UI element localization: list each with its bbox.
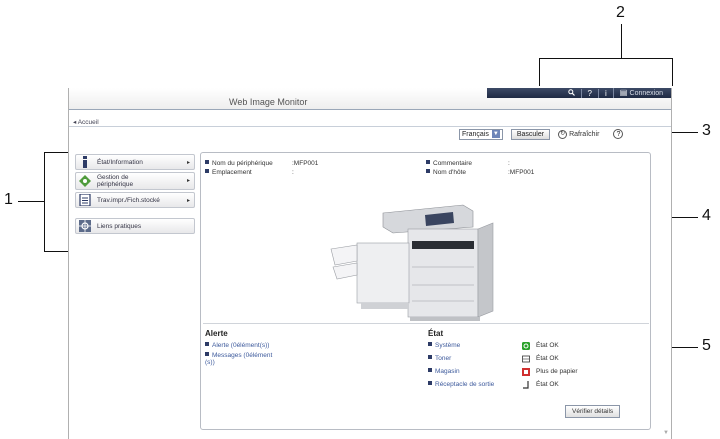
stored-file-icon [79,194,91,206]
refresh-label: Rafraîchir [569,130,600,138]
web-image-monitor-window: Web Image Monitor ? i ▤ Connexion ◂ Accu… [68,88,672,439]
login-link[interactable]: ▤ Connexion [612,88,669,98]
callout-2-right-leg [672,58,673,86]
status-title: État [428,329,444,338]
chevron-right-icon: ▸ [186,160,190,166]
switch-language-button[interactable]: Basculer [510,128,551,140]
header-bar: Web Image Monitor ? i ▤ Connexion [69,88,671,110]
refresh-button[interactable]: ↻ Rafraîchir [558,129,600,139]
sidebar-item-label: État/Information [97,158,143,166]
messages-link-label: Messages (0élément (s)) [205,352,273,366]
scroll-down-arrow-icon[interactable]: ▼ [663,430,669,436]
device-name-label: Nom du périphérique [212,160,273,167]
info-link[interactable]: i [597,88,613,98]
host-label: Nom d'hôte [433,169,467,176]
sidebar-item-label: Trav.impr./Fich.stocké [97,196,160,204]
ok-icon [522,342,530,350]
refresh-icon: ↻ [558,129,568,139]
output-tray-icon [523,381,529,389]
comment-row: Commentaire [426,160,472,168]
host-value: :MFP001 [508,169,535,176]
chevron-right-icon: ▸ [186,198,190,204]
comment-value: : [508,160,510,167]
device-overview-panel: Nom du périphérique :MFP001 Emplacement … [200,152,651,430]
sidebar-item-label: Gestion de périphérique [97,174,134,188]
callout-2-stem [621,24,622,58]
sidebar-item-links[interactable]: Liens pratiques [75,218,195,234]
chevron-down-icon: ▼ [491,130,500,138]
login-label: Connexion [629,90,663,97]
callout-5: 5 [702,337,711,354]
sidebar: État/Information ▸ Gestion de périphériq… [75,154,195,236]
printer-image [330,204,494,321]
check-details-button[interactable]: Vérifier détails [565,405,621,418]
alert-title: Alerte [205,329,228,338]
callout-1-stem [18,201,44,202]
utility-bar: ? i ▤ Connexion [487,88,671,98]
messages-link[interactable]: Messages (0élément (s)) [205,352,295,366]
comment-label: Commentaire [433,160,473,167]
alert-link[interactable]: Alerte (0élément(s)) [205,342,269,349]
toner-icon [522,355,530,363]
search-icon[interactable] [562,88,581,98]
location-label: Emplacement [212,169,252,176]
sidebar-item-label: Liens pratiques [97,222,142,230]
paper-empty-icon [522,368,530,376]
device-name-value: :MFP001 [292,160,319,167]
breadcrumb-home[interactable]: ◂ Accueil [73,118,99,126]
location-value: : [292,169,294,176]
status-tray-link[interactable]: Magasin [428,368,460,376]
section-divider [203,323,649,324]
status-output-value: État OK [536,381,559,388]
callout-4: 4 [702,207,711,224]
app-title: Web Image Monitor [229,97,308,107]
toolbar: Français ▼ Basculer ↻ Rafraîchir ? [459,127,624,141]
host-row: Nom d'hôte [426,169,466,177]
links-icon [79,220,91,232]
info-icon [83,156,87,168]
location-row: Emplacement [205,169,252,177]
language-value: Français [462,130,489,138]
callout-1-bracket [44,152,45,252]
login-icon: ▤ [619,88,628,97]
language-select[interactable]: Français ▼ [459,128,503,140]
status-system-value: État OK [536,342,559,349]
status-system-link[interactable]: Système [428,342,460,350]
status-toner-link[interactable]: Toner [428,355,451,363]
device-name-row: Nom du périphérique [205,160,273,168]
device-management-icon [79,175,91,187]
callout-1: 1 [4,191,13,208]
callout-2: 2 [616,4,625,21]
status-tray-value: Plus de papier [536,368,578,375]
status-toner-value: État OK [536,355,559,362]
callout-2-bracket [539,58,673,59]
help-link[interactable]: ? [580,88,598,98]
help-icon[interactable]: ? [613,129,624,139]
status-row-toner: Toner État OK [428,355,638,365]
status-row-system: Système État OK [428,342,638,352]
callout-2-left-leg [539,58,540,86]
chevron-right-icon: ▸ [186,178,190,184]
status-output-link[interactable]: Réceptacle de sortie [428,381,494,389]
sidebar-item-device-management[interactable]: Gestion de périphérique ▸ [75,172,195,190]
sidebar-item-print-jobs[interactable]: Trav.impr./Fich.stocké ▸ [75,192,195,208]
alert-link-label: Alerte (0élément(s)) [212,342,270,349]
status-row-tray: Magasin Plus de papier [428,368,638,378]
status-row-output: Réceptacle de sortie État OK [428,381,638,391]
sidebar-item-status[interactable]: État/Information ▸ [75,154,195,170]
callout-3: 3 [702,122,711,139]
